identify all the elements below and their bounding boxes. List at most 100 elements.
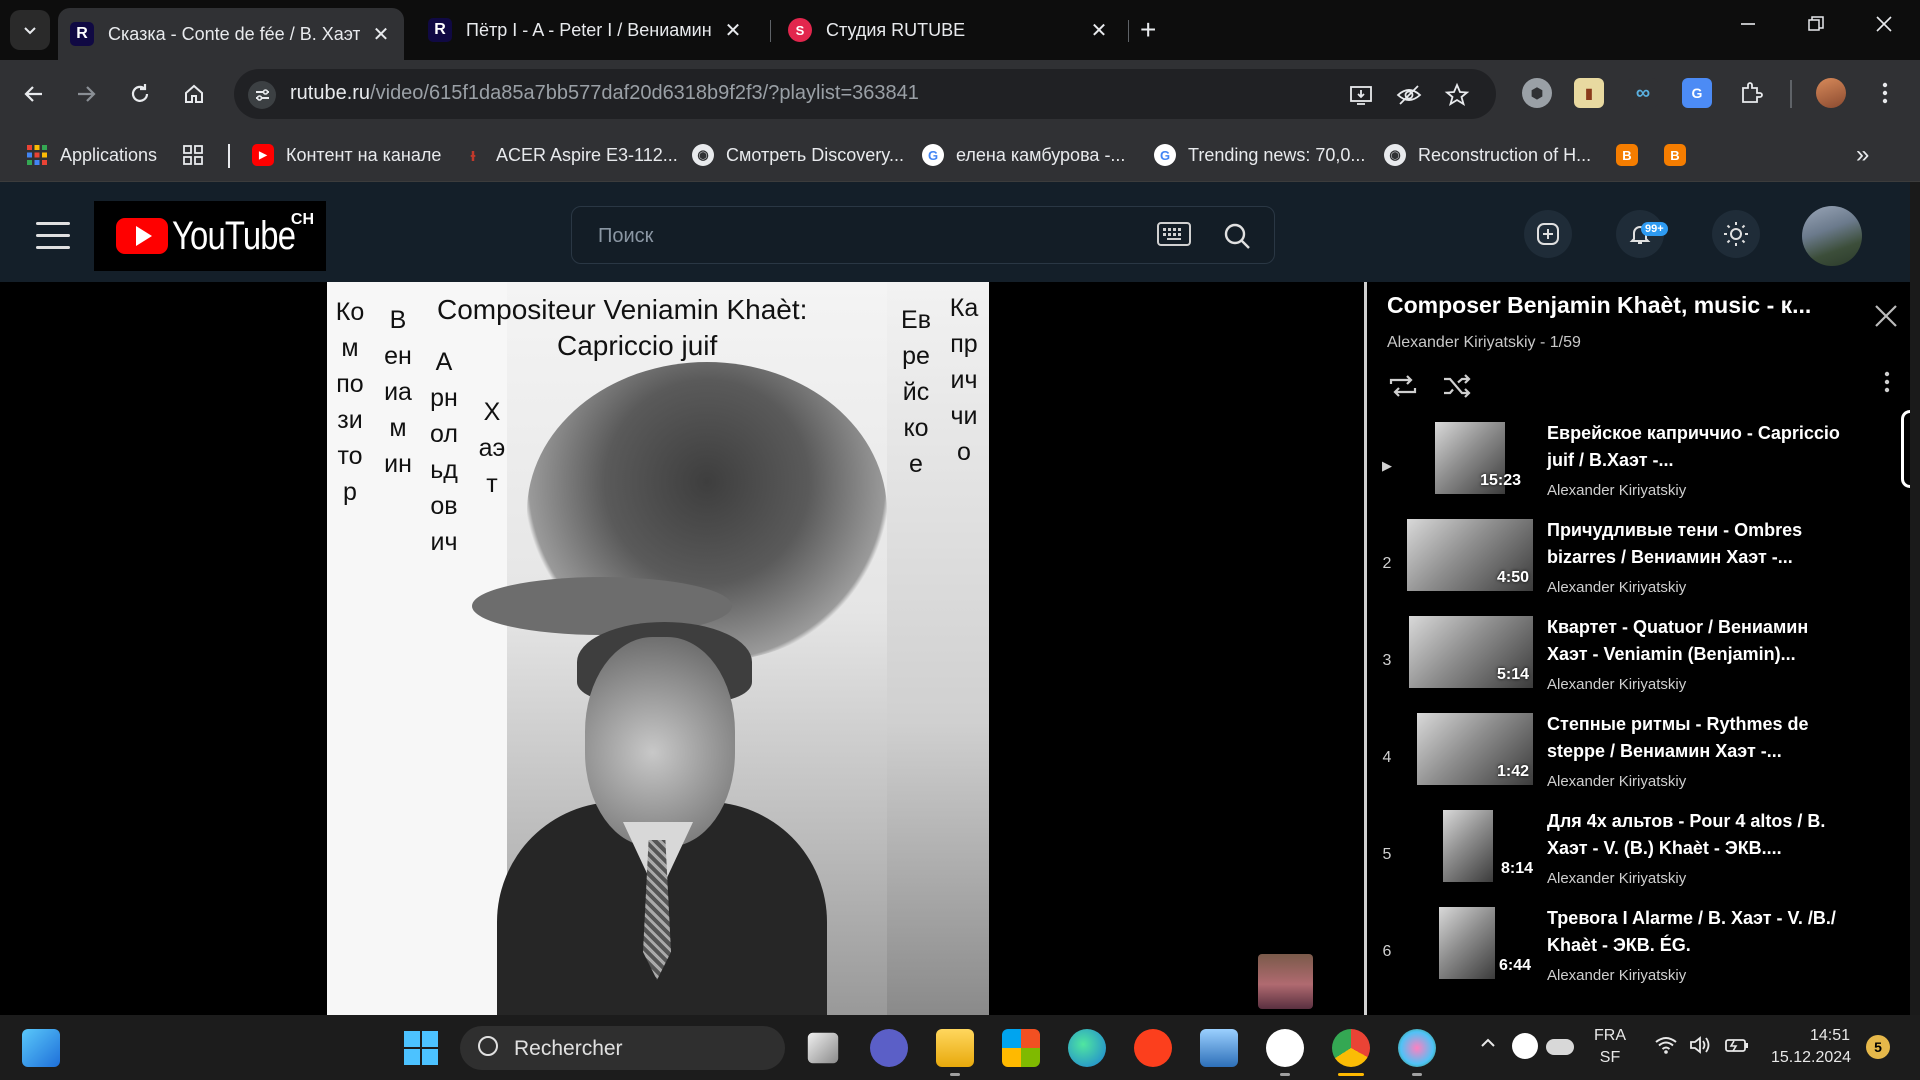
- back-button[interactable]: [16, 76, 52, 112]
- playlist-item[interactable]: 4 1:42 Степные ритмы - Rythmes de steppe…: [1367, 711, 1897, 807]
- playlist-item[interactable]: ▶ 15:23 Еврейское каприччио - Capriccio …: [1367, 420, 1897, 516]
- playlist-title: Composer Benjamin Khaèt, music - к...: [1387, 292, 1812, 318]
- language-indicator[interactable]: FRA SF: [1594, 1025, 1626, 1069]
- search-icon[interactable]: [1222, 221, 1252, 256]
- tab-peter[interactable]: R Пётр I - A - Peter I / Вениамин ✕: [416, 8, 756, 52]
- playlist-item-title: Квартет - Quatuor / Вениамин Хаэт - Veni…: [1547, 617, 1809, 664]
- video-player[interactable]: Compositeur Veniamin Khaèt: Capriccio ju…: [327, 282, 989, 1015]
- user-avatar[interactable]: [1802, 206, 1862, 266]
- tab-studio[interactable]: S Студия RUTUBE ✕: [776, 8, 1122, 52]
- channel-logo[interactable]: YouTube CH: [94, 201, 326, 271]
- extension-shield-icon[interactable]: ⬢: [1522, 78, 1552, 108]
- playlist-item-thumbnail: 4:50: [1407, 519, 1533, 591]
- microsoft-store-icon[interactable]: [1002, 1029, 1040, 1067]
- meet-icon[interactable]: [870, 1029, 908, 1067]
- tab-separator: [1128, 20, 1129, 42]
- file-explorer-icon[interactable]: [936, 1029, 974, 1067]
- minimize-icon[interactable]: [1738, 14, 1758, 40]
- address-bar[interactable]: rutube.ru/video/615f1da85a7bb577daf20d63…: [234, 69, 1496, 119]
- bookmarks-overflow-button[interactable]: »: [1856, 140, 1869, 170]
- tab-close-icon[interactable]: ✕: [1088, 18, 1110, 43]
- chrome-icon[interactable]: [1332, 1029, 1370, 1067]
- bookmark-applications[interactable]: Applications: [26, 140, 157, 170]
- extension-translate-icon[interactable]: ∞: [1628, 78, 1658, 108]
- google-translate-icon[interactable]: G: [1682, 78, 1712, 108]
- search-input[interactable]: Поиск: [571, 206, 1275, 264]
- task-view-icon[interactable]: [807, 1032, 839, 1064]
- site-settings-icon[interactable]: [248, 81, 276, 109]
- bookmark-acer[interactable]: ᵻ ACER Aspire E3-112...: [462, 140, 677, 170]
- playlist-item[interactable]: 6 6:44 Тревога I Alarme / В. Хаэт - V. /…: [1367, 905, 1897, 1001]
- bookmark-trending[interactable]: G Trending news: 70,0...: [1154, 140, 1365, 170]
- edge-icon[interactable]: [1068, 1029, 1106, 1067]
- extension-brick-icon[interactable]: ▮: [1574, 78, 1604, 108]
- volume-icon[interactable]: [1688, 1035, 1712, 1062]
- playlist-more-icon[interactable]: [1883, 370, 1891, 401]
- mini-thumbnail[interactable]: [1258, 954, 1313, 1009]
- close-window-icon[interactable]: [1874, 14, 1894, 40]
- profile-avatar-icon[interactable]: [1816, 78, 1846, 108]
- globe-icon: ◉: [1384, 144, 1406, 166]
- forward-button[interactable]: [68, 76, 104, 112]
- extensions-puzzle-icon[interactable]: [1736, 78, 1766, 108]
- playlist-item-title: Еврейское каприччио - Capriccio juif / В…: [1547, 423, 1840, 470]
- bookmark-discovery[interactable]: ◉ Смотреть Discovery...: [692, 140, 904, 170]
- bookmark-kontent[interactable]: ▶ Контент на канале: [252, 140, 441, 170]
- cloud-icon[interactable]: [1546, 1039, 1574, 1055]
- home-button[interactable]: [176, 76, 212, 112]
- restore-icon[interactable]: [1806, 14, 1826, 40]
- taskbar-search-input[interactable]: Rechercher: [460, 1026, 785, 1070]
- playlist-item[interactable]: 3 5:14 Квартет - Quatuor / Вениамин Хаэт…: [1367, 614, 1897, 710]
- url-text[interactable]: rutube.ru/video/615f1da85a7bb577daf20d63…: [290, 82, 919, 105]
- repeat-icon[interactable]: [1387, 372, 1419, 407]
- blogger-icon: B: [1664, 144, 1686, 166]
- reload-icon: [131, 84, 149, 102]
- star-icon[interactable]: [1444, 82, 1470, 114]
- playlist-panel: Composer Benjamin Khaèt, music - к... Al…: [1364, 282, 1919, 1015]
- yandex-icon[interactable]: [1266, 1029, 1304, 1067]
- page-scrollbar[interactable]: [1910, 182, 1920, 1015]
- toolbar-divider: [1790, 80, 1792, 108]
- tab-skazka[interactable]: R Сказка - Conte de fée / В. Хаэт ✕: [58, 8, 404, 60]
- bookmark-label: Applications: [60, 144, 158, 165]
- notification-center-badge[interactable]: 5: [1866, 1035, 1890, 1059]
- running-indicator: [950, 1073, 960, 1076]
- menu-burger-icon[interactable]: [36, 222, 70, 258]
- playlist-item-title: Для 4х альтов - Pour 4 altos / В. Хаэт -…: [1547, 811, 1826, 858]
- tab-title: Сказка - Conte de fée / В. Хаэт: [108, 23, 360, 44]
- menu-kebab-icon[interactable]: [1870, 78, 1900, 108]
- bookmark-kamburova[interactable]: G елена камбурова -...: [922, 140, 1125, 170]
- close-playlist-icon[interactable]: [1872, 302, 1900, 338]
- install-app-icon[interactable]: [1348, 82, 1374, 114]
- yandex-browser-icon[interactable]: [1134, 1029, 1172, 1067]
- playlist-item[interactable]: 5 8:14 Для 4х альтов - Pour 4 altos / В.…: [1367, 808, 1897, 904]
- shuffle-icon[interactable]: [1441, 372, 1473, 407]
- widgets-icon[interactable]: [22, 1029, 60, 1067]
- bookmark-blogger-2[interactable]: B: [1664, 140, 1686, 170]
- running-indicator-active: [1338, 1073, 1364, 1076]
- tab-close-icon[interactable]: ✕: [370, 22, 392, 47]
- tab-groups-button[interactable]: [182, 140, 204, 170]
- tab-search-button[interactable]: [10, 10, 50, 50]
- playlist-item-index: 6: [1382, 943, 1392, 960]
- paint-icon[interactable]: [1398, 1029, 1436, 1067]
- rutube-studio-favicon-icon: S: [788, 18, 812, 42]
- remote-desktop-icon[interactable]: [1200, 1029, 1238, 1067]
- bookmark-reconstruction[interactable]: ◉ Reconstruction of H...: [1384, 140, 1591, 170]
- clock[interactable]: 14:51 15.12.2024: [1768, 1025, 1854, 1069]
- reload-button[interactable]: [122, 76, 158, 112]
- tray-chevron-icon[interactable]: [1478, 1033, 1498, 1060]
- tab-close-icon[interactable]: ✕: [722, 18, 744, 43]
- upload-button[interactable]: [1524, 210, 1572, 258]
- wifi-icon[interactable]: [1654, 1035, 1678, 1062]
- keyboard-icon[interactable]: [1157, 222, 1191, 246]
- theme-toggle-button[interactable]: [1712, 210, 1760, 258]
- battery-icon[interactable]: [1724, 1035, 1750, 1062]
- playlist-item[interactable]: 2 4:50 Причудливые тени - Ombres bizarre…: [1367, 517, 1897, 613]
- bookmark-blogger-1[interactable]: B: [1616, 140, 1638, 170]
- playlist-item-title: Степные ритмы - Rythmes de steppe / Вени…: [1547, 714, 1809, 761]
- eye-off-icon[interactable]: [1396, 82, 1422, 114]
- windows-start-icon[interactable]: [402, 1029, 440, 1067]
- yandex-tray-icon[interactable]: [1512, 1033, 1538, 1059]
- new-tab-button[interactable]: +: [1140, 14, 1156, 46]
